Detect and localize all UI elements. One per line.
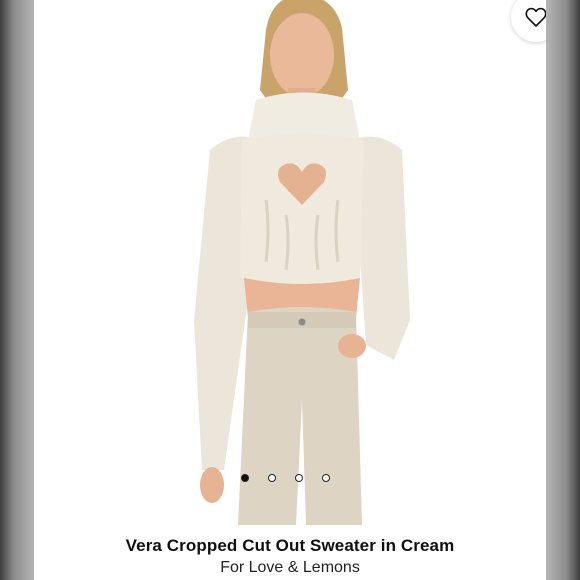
image-carousel-dots — [241, 474, 330, 482]
product-photo-illustration — [194, 0, 410, 525]
carousel-dot-2[interactable] — [268, 474, 276, 482]
carousel-dot-3[interactable] — [295, 474, 303, 482]
left-frame-border — [0, 0, 34, 580]
carousel-dot-4[interactable] — [322, 474, 330, 482]
product-brand[interactable]: For Love & Lemons — [34, 559, 546, 577]
right-frame-border — [546, 0, 580, 580]
product-title: Vera Cropped Cut Out Sweater in Cream — [125, 536, 455, 555]
carousel-dot-1[interactable] — [241, 474, 249, 482]
product-image[interactable] — [34, 0, 546, 525]
heart-outline-icon — [525, 7, 546, 27]
